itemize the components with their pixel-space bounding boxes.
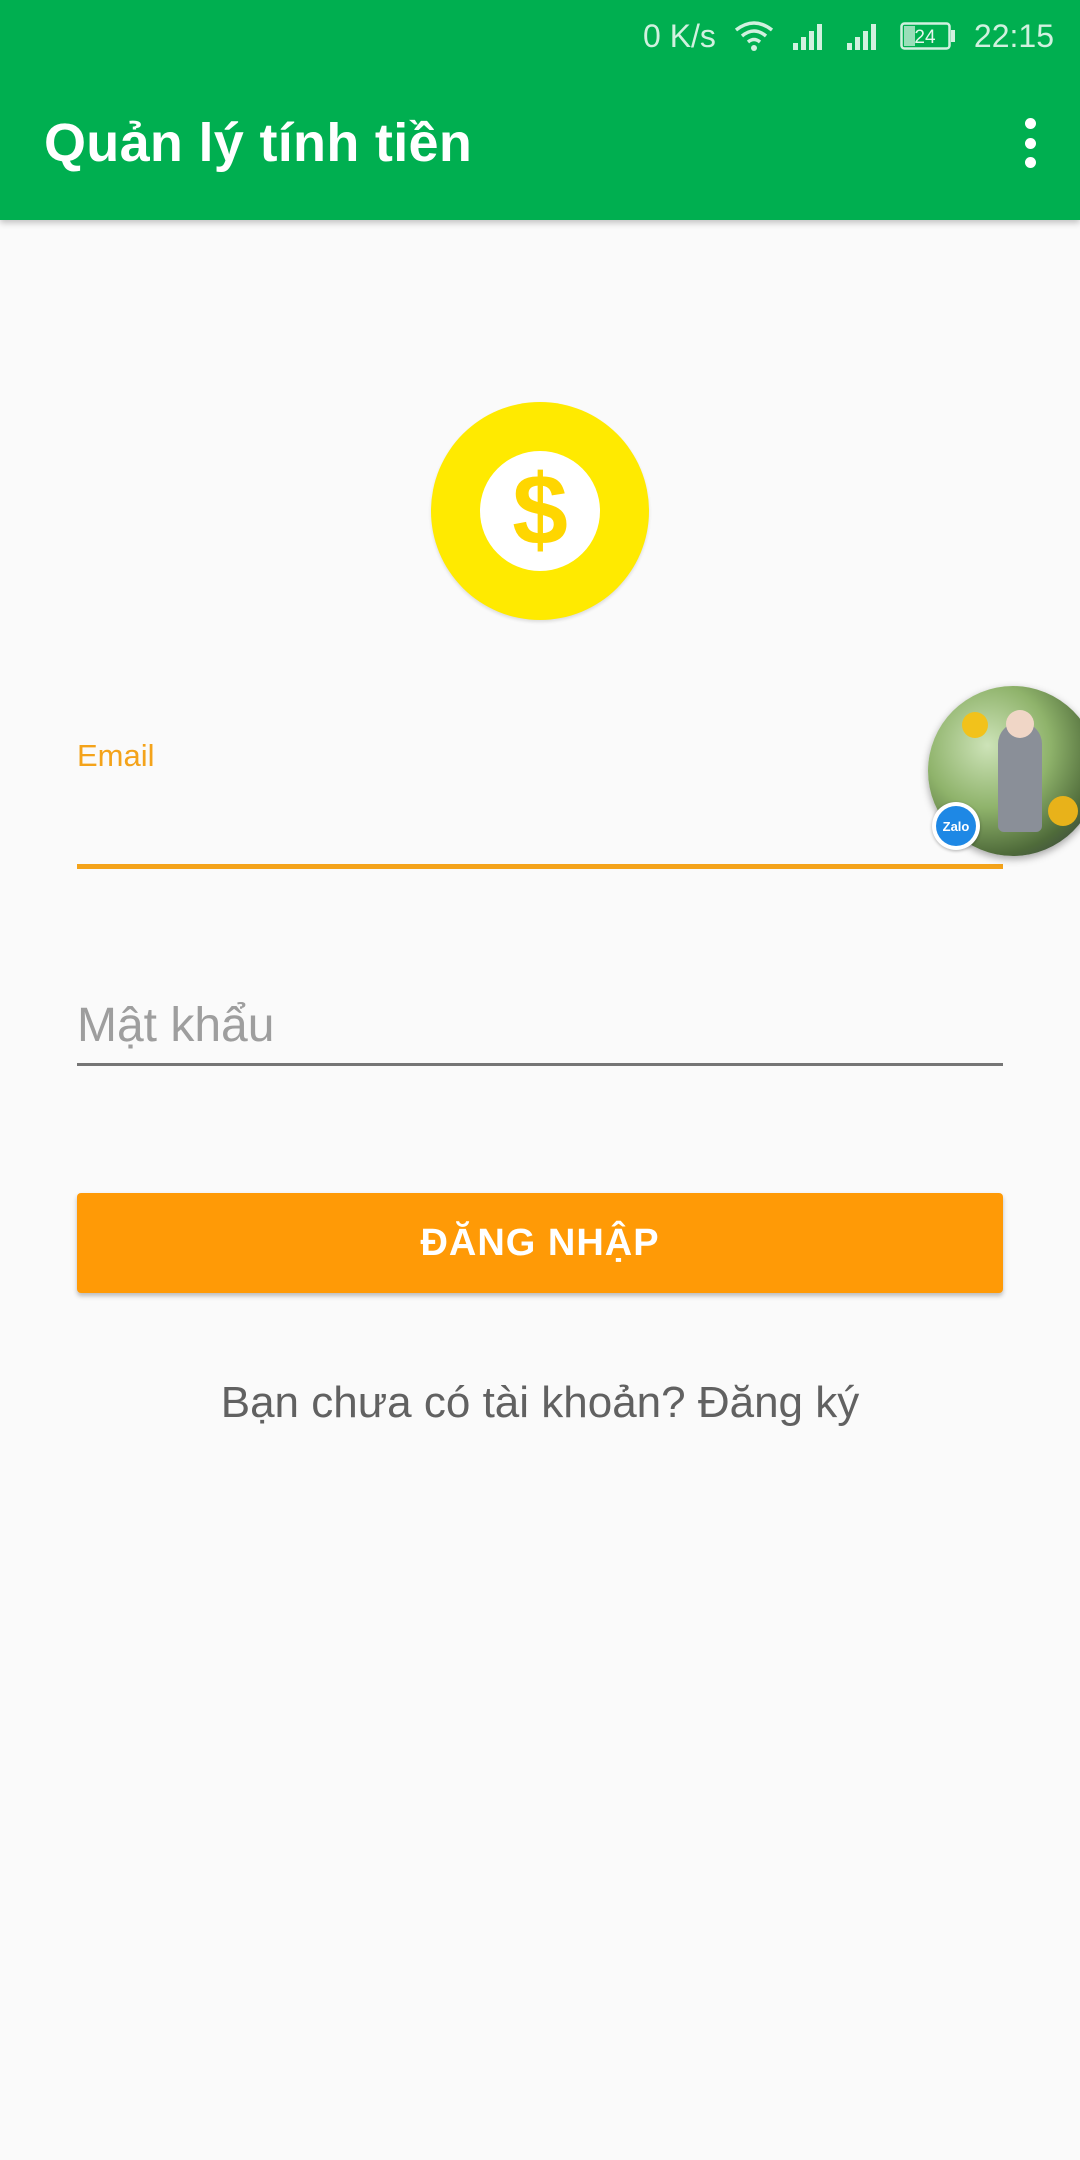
signup-link[interactable]: Bạn chưa có tài khoản? Đăng ký: [0, 1378, 1080, 1428]
password-field[interactable]: [77, 990, 1003, 1060]
battery-icon: 24: [900, 21, 956, 51]
app-bar: 0 K/s 24 22:15 Quản lý tính tiền: [0, 0, 1080, 220]
email-field[interactable]: [77, 790, 1003, 860]
signal-icon-2: [846, 21, 882, 51]
zalo-badge-icon: Zalo: [932, 802, 980, 850]
email-label: Email: [77, 738, 155, 773]
login-button[interactable]: ĐĂNG NHẬP: [77, 1193, 1003, 1293]
dollar-symbol: $: [512, 456, 568, 566]
dollar-coin-icon: $: [431, 402, 649, 620]
wifi-icon: [734, 20, 774, 52]
more-vert-icon[interactable]: [1020, 118, 1040, 168]
clock: 22:15: [973, 17, 1054, 54]
network-speed: 0 K/s: [643, 17, 716, 54]
app-title: Quản lý tính tiền: [44, 113, 473, 173]
email-underline: [77, 864, 1003, 869]
status-bar: 0 K/s 24 22:15: [643, 16, 1054, 56]
signal-icon: [792, 21, 828, 51]
password-underline: [77, 1063, 1003, 1066]
battery-level: 24: [914, 27, 936, 48]
